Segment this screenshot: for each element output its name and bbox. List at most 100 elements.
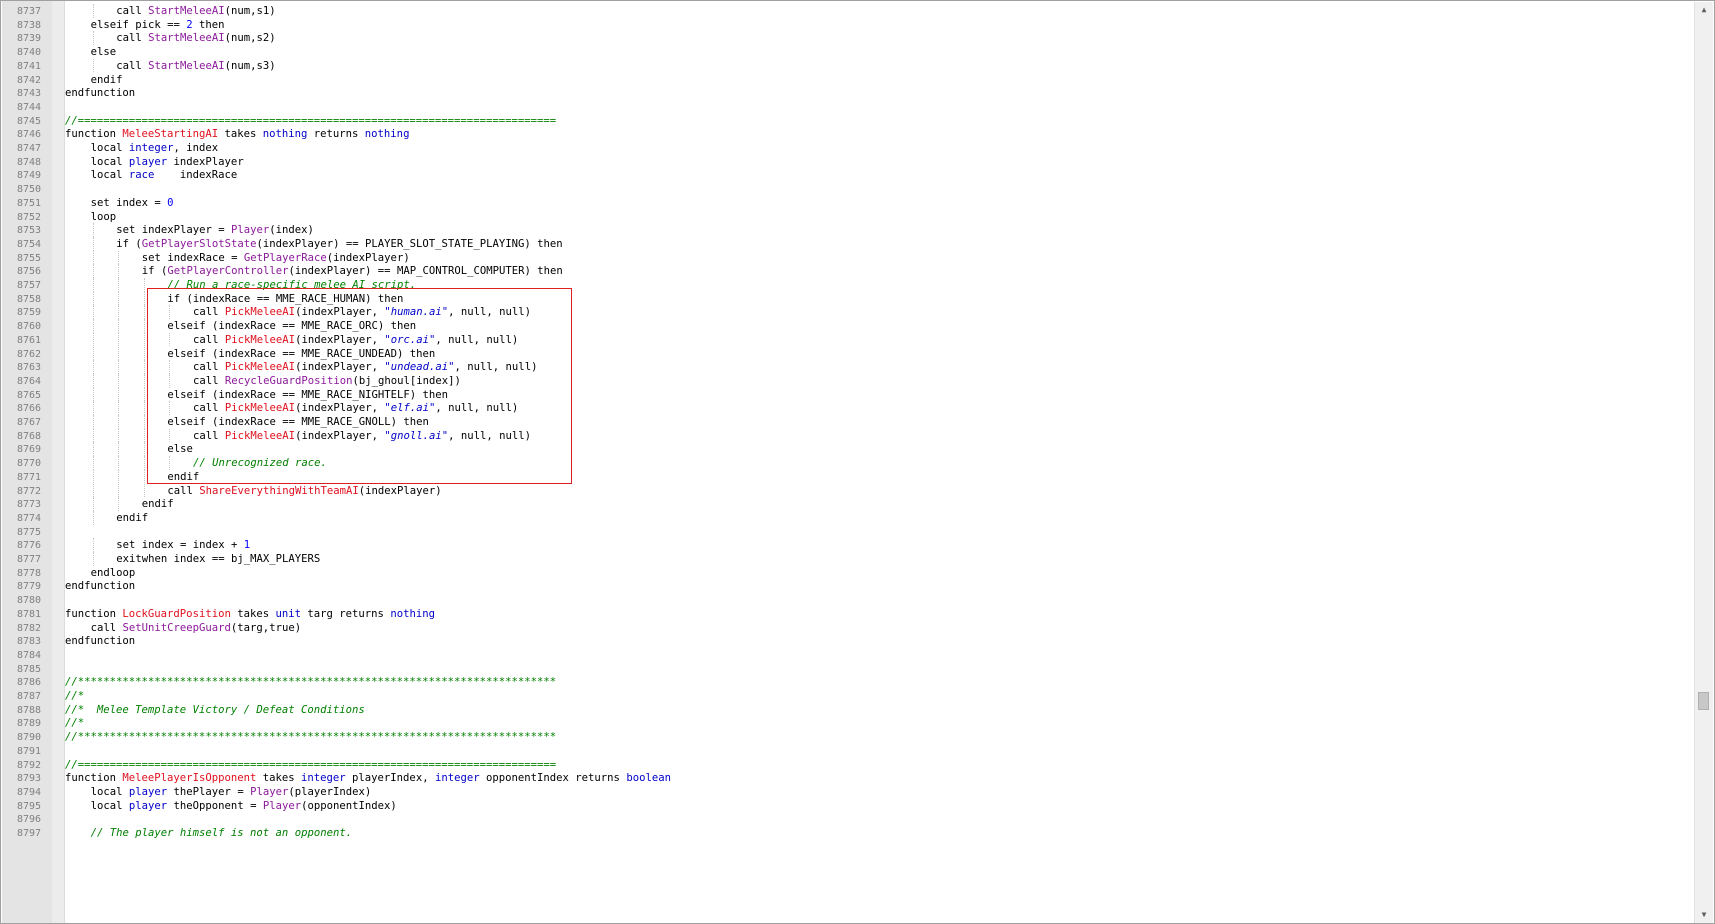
code-token: exitwhen	[116, 553, 174, 565]
code-token: "gnoll.ai"	[384, 429, 449, 442]
indent-guide	[118, 428, 120, 443]
code-token: thePlayer =	[167, 785, 251, 798]
code-token: elseif	[167, 416, 213, 428]
code-token: integer	[434, 772, 480, 785]
scroll-down-icon[interactable]: ▼	[1695, 907, 1713, 923]
indent-guide	[92, 401, 94, 415]
code-token: Player	[250, 785, 289, 798]
code-token: (indexRace == MME_RACE_UNDEAD)	[212, 347, 404, 360]
code-token: call	[193, 374, 225, 387]
code-token: nothing	[390, 607, 435, 620]
scroll-up-icon[interactable]: ▲	[1695, 2, 1713, 18]
code-token: local	[90, 799, 129, 812]
code-token: player	[128, 799, 168, 812]
indent-guide	[118, 305, 120, 320]
indent-guide	[92, 483, 94, 498]
indent-guide	[143, 442, 145, 457]
code-token: player	[128, 785, 168, 798]
code-token: if	[141, 265, 161, 278]
code-token: PickMeleeAI	[224, 429, 296, 442]
code-token: // Run a race-specific melee AI script.	[167, 279, 417, 291]
code-token: local	[90, 142, 129, 154]
indent-guide	[143, 305, 145, 320]
vertical-scrollbar[interactable]: ▲ ▼	[1694, 2, 1713, 923]
code-token: (indexPlayer,	[295, 333, 385, 346]
code-editor[interactable]: 8737 call StartMeleeAI(num,s1) 8738 elseif …	[0, 0, 1715, 924]
code-token: if	[116, 237, 136, 250]
code-token: indexRace =	[167, 251, 244, 264]
code-token: local	[90, 155, 129, 168]
code-token: call	[167, 484, 200, 497]
code-token: pick ==	[135, 18, 187, 31]
code-token: //*	[65, 717, 85, 730]
code-token: (indexPlayer) == MAP_CONTROL_COMPUTER)	[288, 265, 531, 278]
code-token: local	[90, 169, 129, 182]
code-token: (num,s3)	[224, 59, 276, 72]
code-token: , null, null)	[448, 306, 532, 319]
indent-guide	[92, 428, 94, 443]
code-token: integer	[128, 142, 174, 154]
indent-guide	[92, 538, 94, 552]
indent-guide	[118, 442, 120, 457]
code-token: , null, null)	[435, 333, 519, 346]
code-token: index == bj_MAX_PLAYERS	[173, 553, 321, 565]
code-token: unit	[275, 607, 302, 620]
code-token: then	[530, 265, 563, 278]
code-token: local	[90, 785, 129, 798]
indent-guide	[143, 319, 145, 333]
indent-guide	[92, 4, 94, 18]
indent-guide	[143, 360, 145, 374]
indent-guide	[118, 319, 120, 333]
code-token: (indexRace == MME_RACE_ORC)	[212, 320, 385, 333]
code-token: elseif	[167, 347, 213, 360]
code-line[interactable]: 8797 // The player himself is not an oppo…	[17, 826, 1694, 841]
code-token: //**************************************…	[65, 731, 557, 744]
code-token: then	[397, 416, 429, 428]
indent-guide	[169, 401, 171, 415]
code-token: call	[116, 59, 149, 72]
code-token: then	[192, 18, 225, 31]
code-token: call	[90, 621, 123, 634]
code-token: player	[128, 155, 168, 168]
indent-guide	[92, 236, 94, 251]
indent-guide	[92, 360, 94, 374]
indent-guide	[118, 497, 120, 511]
indent-guide	[169, 373, 171, 388]
code-text-area[interactable]: 8737 call StartMeleeAI(num,s1) 8738 elseif …	[17, 4, 1694, 922]
code-token: "human.ai"	[384, 306, 449, 319]
code-token: theOpponent =	[167, 799, 263, 812]
code-token: 0	[167, 196, 174, 209]
indent-guide	[92, 223, 94, 237]
code-token: Player	[262, 799, 302, 812]
code-token: //*	[65, 690, 85, 702]
indent-guide	[118, 401, 120, 415]
indent-guide	[92, 278, 94, 292]
code-token: // Unrecognized race.	[193, 457, 327, 470]
code-token: opponentIndex	[479, 772, 569, 785]
code-token: (indexRace == MME_RACE_GNOLL)	[212, 416, 398, 428]
indent-guide	[143, 401, 145, 415]
line-number: 8797	[17, 828, 42, 839]
code-token: (targ,true)	[230, 621, 302, 634]
indent-guide	[118, 483, 120, 498]
code-token: returns	[307, 128, 365, 141]
indent-guide	[118, 346, 120, 361]
code-token: (indexRace == MME_RACE_NIGHTELF)	[212, 388, 417, 401]
code-token: SetUnitCreepGuard	[122, 621, 231, 634]
code-token: , null, null)	[454, 361, 538, 374]
code-token: StartMeleeAI	[148, 59, 225, 72]
code-token: (index)	[269, 224, 314, 237]
code-token: "undead.ai"	[384, 361, 455, 374]
indent-guide	[92, 469, 94, 484]
indent-guide	[143, 428, 145, 443]
code-token: then	[371, 292, 404, 305]
code-token: indexPlayer	[167, 155, 244, 168]
code-token: indexRace	[154, 169, 238, 182]
code-token: elseif	[167, 388, 213, 401]
code-token: then	[416, 388, 449, 401]
code-token: (indexPlayer)	[326, 251, 410, 264]
code-token: (opponentIndex)	[301, 799, 397, 812]
code-token: call	[116, 32, 149, 45]
code-token: (indexRace == MME_RACE_HUMAN)	[186, 292, 372, 305]
scrollbar-thumb[interactable]	[1698, 692, 1709, 710]
